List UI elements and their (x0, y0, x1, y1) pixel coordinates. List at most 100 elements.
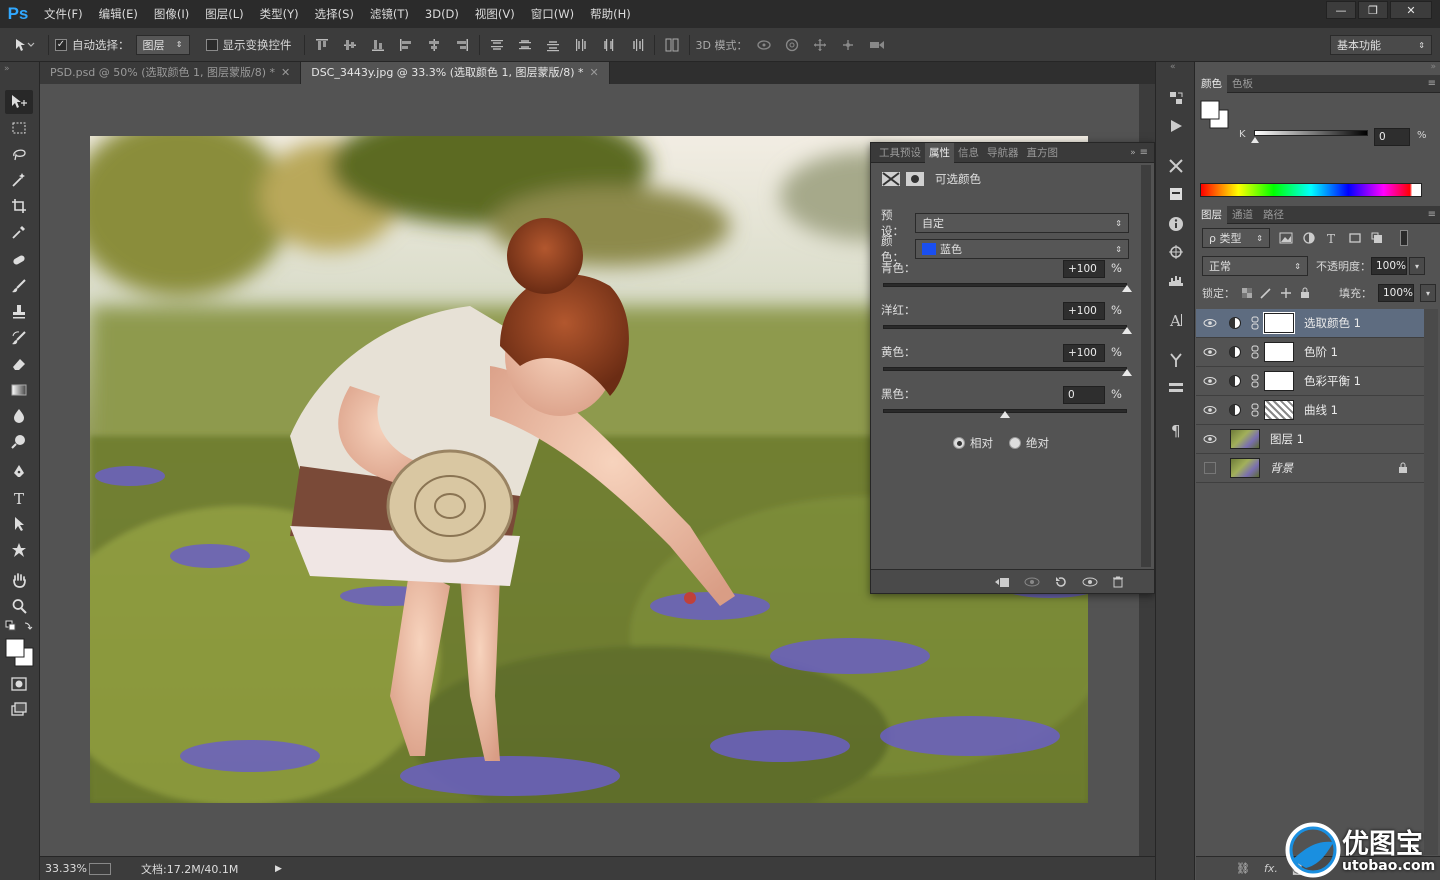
distribute-top-icon[interactable] (489, 37, 505, 53)
menu-select[interactable]: 选择(S) (307, 0, 362, 28)
auto-select-checkbox[interactable]: ✓ (55, 38, 67, 51)
properties-scrollbar[interactable] (1141, 165, 1151, 567)
crop-tool-icon[interactable] (5, 194, 33, 218)
type-tool-icon[interactable]: T (5, 486, 33, 510)
layer-thumbnail[interactable] (1230, 429, 1260, 449)
paragraph-icon[interactable]: ¶ (1166, 420, 1186, 440)
view-previous-icon[interactable] (1024, 576, 1040, 588)
align-left-icon[interactable] (398, 37, 414, 53)
absolute-radio[interactable] (1009, 437, 1021, 449)
visibility-eye-icon[interactable] (1196, 434, 1224, 444)
trash-icon[interactable] (1112, 576, 1124, 588)
tab-color[interactable]: 颜色 (1196, 74, 1227, 93)
navigator-icon[interactable] (1166, 242, 1186, 262)
reset-icon[interactable] (1054, 576, 1068, 588)
shape-tool-icon[interactable] (5, 538, 33, 562)
tools-presets-icon[interactable] (1166, 156, 1186, 176)
align-hcenter-icon[interactable] (426, 37, 442, 53)
filter-smart-object-icon[interactable] (1371, 232, 1385, 244)
doc-tab-dsc[interactable]: DSC_3443y.jpg @ 33.3% (选取颜色 1, 图层蒙版/8) *… (301, 62, 610, 84)
3d-scale-icon[interactable] (868, 37, 885, 53)
distribute-vcenter-icon[interactable] (517, 37, 533, 53)
link-icon[interactable] (1250, 316, 1260, 330)
layer-row[interactable]: 图层 1 (1196, 425, 1424, 454)
link-icon[interactable] (1250, 374, 1260, 388)
color-dropdown[interactable]: 蓝色 ⇕ (915, 239, 1129, 259)
color-ramp[interactable] (1200, 183, 1422, 197)
panels-collapse-icon[interactable]: » (1430, 62, 1436, 72)
tab-layers[interactable]: 图层 (1196, 205, 1227, 224)
link-layers-icon[interactable]: ⛓ (1236, 862, 1250, 875)
layers-scrollbar[interactable] (1424, 309, 1438, 855)
distribute-left-icon[interactable] (573, 37, 589, 53)
layer-style-button[interactable]: fx. (1264, 862, 1278, 875)
distribute-hcenter-icon[interactable] (601, 37, 617, 53)
properties-panel-icon[interactable] (1166, 184, 1186, 204)
panel-menu-icon[interactable]: ≡ (1428, 209, 1436, 220)
yellow-slider-thumb[interactable] (1122, 369, 1132, 376)
visibility-eye-icon[interactable] (1196, 347, 1224, 357)
visibility-eye-icon[interactable] (1196, 376, 1224, 386)
expand-icon[interactable]: » (1130, 148, 1136, 158)
panel-menu-icon[interactable]: ≡ (1140, 147, 1148, 158)
clip-to-layer-icon[interactable] (994, 576, 1010, 588)
layer-mask-thumbnail[interactable] (1264, 342, 1294, 362)
history-brush-tool-icon[interactable] (5, 326, 33, 350)
quick-mask-icon[interactable] (5, 672, 33, 696)
black-value-input[interactable]: 0 (1063, 386, 1105, 404)
path-selection-tool-icon[interactable] (5, 512, 33, 536)
brush-tool-icon[interactable] (5, 274, 33, 298)
layer-name[interactable]: 图层 1 (1270, 431, 1304, 447)
close-button[interactable]: ✕ (1390, 1, 1432, 19)
layer-name[interactable]: 色彩平衡 1 (1304, 373, 1361, 389)
character-icon[interactable]: A (1166, 310, 1186, 330)
auto-align-icon[interactable] (664, 37, 680, 53)
history-panel-icon[interactable] (1166, 88, 1186, 108)
menu-type[interactable]: 类型(Y) (252, 0, 307, 28)
blur-tool-icon[interactable] (5, 404, 33, 428)
blend-mode-dropdown[interactable]: 正常 ⇕ (1202, 256, 1308, 276)
dock-collapse-icon[interactable]: « (1170, 62, 1176, 72)
layer-name[interactable]: 色阶 1 (1304, 344, 1338, 360)
black-slider-thumb[interactable] (1000, 411, 1010, 418)
layer-row[interactable]: 色阶 1 (1196, 338, 1424, 367)
lock-position-icon[interactable] (1279, 287, 1293, 299)
visibility-eye-icon[interactable] (1196, 405, 1224, 415)
tab-tool-presets[interactable]: 工具预设 (875, 143, 925, 163)
layer-name[interactable]: 曲线 1 (1304, 402, 1338, 418)
filter-pixel-icon[interactable] (1279, 232, 1293, 244)
tab-paths[interactable]: 路径 (1258, 206, 1289, 224)
3d-slide-icon[interactable] (840, 37, 856, 53)
lock-all-icon[interactable] (1299, 287, 1311, 299)
filter-shape-icon[interactable] (1348, 232, 1362, 244)
adjustment-icon[interactable] (881, 171, 901, 187)
visibility-icon[interactable] (1082, 576, 1098, 588)
visibility-eye-icon[interactable] (1196, 318, 1224, 328)
fill-arrow-icon[interactable]: ▾ (1420, 284, 1436, 302)
magenta-slider-track[interactable] (883, 325, 1127, 329)
collapse-icon[interactable]: » (4, 64, 10, 74)
distribute-right-icon[interactable] (629, 37, 645, 53)
link-icon[interactable] (1250, 403, 1260, 417)
menu-edit[interactable]: 编辑(E) (91, 0, 146, 28)
hand-tool-icon[interactable] (5, 568, 33, 592)
magenta-value-input[interactable]: +100 (1063, 302, 1105, 320)
move-tool-preset-icon[interactable] (13, 37, 39, 53)
status-preview-icon[interactable] (89, 862, 111, 875)
layer-thumbnail[interactable] (1230, 458, 1260, 478)
menu-3d[interactable]: 3D(D) (417, 0, 467, 28)
layer-name[interactable]: 选取颜色 1 (1304, 315, 1361, 331)
tab-info[interactable]: 信息 (954, 143, 983, 163)
relative-radio[interactable] (953, 437, 965, 449)
filter-toggle[interactable] (1400, 230, 1408, 246)
layer-mask-thumbnail[interactable] (1263, 312, 1295, 334)
close-icon[interactable]: ✕ (281, 66, 290, 79)
eraser-tool-icon[interactable] (5, 352, 33, 376)
brush-panel-icon[interactable] (1166, 350, 1186, 370)
tab-histogram[interactable]: 直方图 (1023, 143, 1063, 163)
layer-row[interactable]: 选取颜色 1 (1196, 309, 1424, 338)
magenta-slider-thumb[interactable] (1122, 327, 1132, 334)
pen-tool-icon[interactable] (5, 460, 33, 484)
menu-filter[interactable]: 滤镜(T) (362, 0, 417, 28)
lasso-tool-icon[interactable] (5, 142, 33, 166)
